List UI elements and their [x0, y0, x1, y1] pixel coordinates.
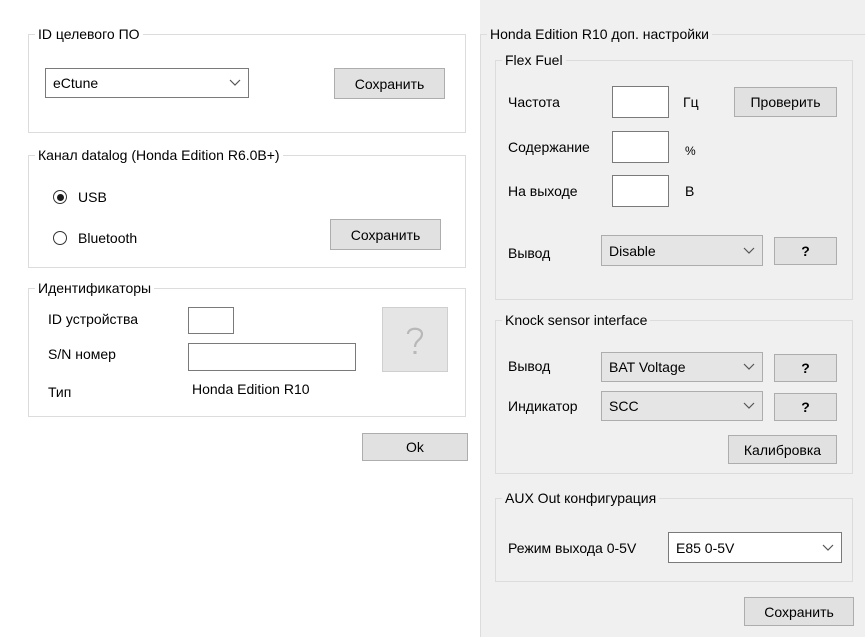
output-unit: В — [685, 183, 695, 199]
knock-sensor-title: Knock sensor interface — [505, 312, 648, 328]
frequency-field[interactable] — [612, 86, 669, 118]
content-field[interactable] — [612, 131, 669, 163]
radio-bluetooth-label[interactable]: Bluetooth — [78, 229, 137, 247]
aux-mode-select[interactable]: E85 0-5V — [668, 532, 842, 563]
flex-pin-value: Disable — [609, 242, 656, 259]
knock-pin-label: Вывод — [508, 358, 551, 374]
radio-usb-label[interactable]: USB — [78, 188, 107, 206]
output-label: На выходе — [508, 183, 578, 199]
extra-settings-title: Honda Edition R10 доп. настройки — [490, 26, 709, 42]
sn-field[interactable] — [188, 343, 356, 371]
output-field[interactable] — [612, 175, 669, 207]
target-software-title: ID целевого ПО — [38, 26, 140, 42]
flex-fuel-title: Flex Fuel — [505, 52, 563, 68]
chevron-down-icon — [736, 353, 762, 381]
knock-pin-help-button[interactable]: ? — [774, 354, 837, 382]
device-id-label: ID устройства — [48, 311, 139, 327]
aux-out-title: AUX Out конфигурация — [505, 490, 657, 506]
target-save-button[interactable]: Сохранить — [334, 68, 445, 99]
type-value: Honda Edition R10 — [192, 381, 310, 397]
datalog-channel-title: Канал datalog (Honda Edition R6.0B+) — [38, 147, 280, 163]
datalog-save-button[interactable]: Сохранить — [330, 219, 441, 250]
aux-mode-label: Режим выхода 0-5V — [508, 540, 637, 556]
device-id-field[interactable] — [188, 307, 234, 334]
question-mark-icon — [406, 327, 424, 354]
radio-usb[interactable] — [53, 190, 67, 204]
target-software-value: eCtune — [53, 75, 99, 91]
flex-pin-select[interactable]: Disable — [601, 235, 763, 266]
sn-label: S/N номер — [48, 346, 116, 362]
chevron-down-icon — [222, 69, 248, 97]
identifiers-title: Идентификаторы — [38, 280, 152, 296]
target-software-select[interactable]: eCtune — [45, 68, 249, 98]
aux-mode-value: E85 0-5V — [676, 539, 735, 556]
indicator-help-button[interactable]: ? — [774, 393, 837, 421]
content-unit: % — [685, 144, 696, 158]
identifiers-help-button[interactable] — [382, 307, 448, 372]
chevron-down-icon — [736, 236, 762, 265]
check-button[interactable]: Проверить — [734, 87, 837, 117]
flex-help-button[interactable]: ? — [774, 237, 837, 265]
frequency-label: Частота — [508, 94, 560, 110]
radio-bluetooth[interactable] — [53, 231, 67, 245]
indicator-select[interactable]: SCC — [601, 391, 763, 421]
calibrate-button[interactable]: Калибровка — [728, 435, 837, 464]
content-label: Содержание — [508, 139, 590, 155]
ok-button[interactable]: Ok — [362, 433, 468, 461]
chevron-down-icon — [815, 533, 841, 562]
flex-pin-label: Вывод — [508, 245, 551, 261]
indicator-label: Индикатор — [508, 398, 578, 414]
chevron-down-icon — [736, 392, 762, 420]
radio-selected-dot — [56, 193, 64, 201]
knock-pin-select[interactable]: BAT Voltage — [601, 352, 763, 382]
indicator-value: SCC — [609, 398, 639, 414]
knock-pin-value: BAT Voltage — [609, 359, 686, 375]
type-label: Тип — [48, 384, 72, 400]
frequency-unit: Гц — [683, 94, 699, 110]
right-save-button[interactable]: Сохранить — [744, 597, 854, 626]
